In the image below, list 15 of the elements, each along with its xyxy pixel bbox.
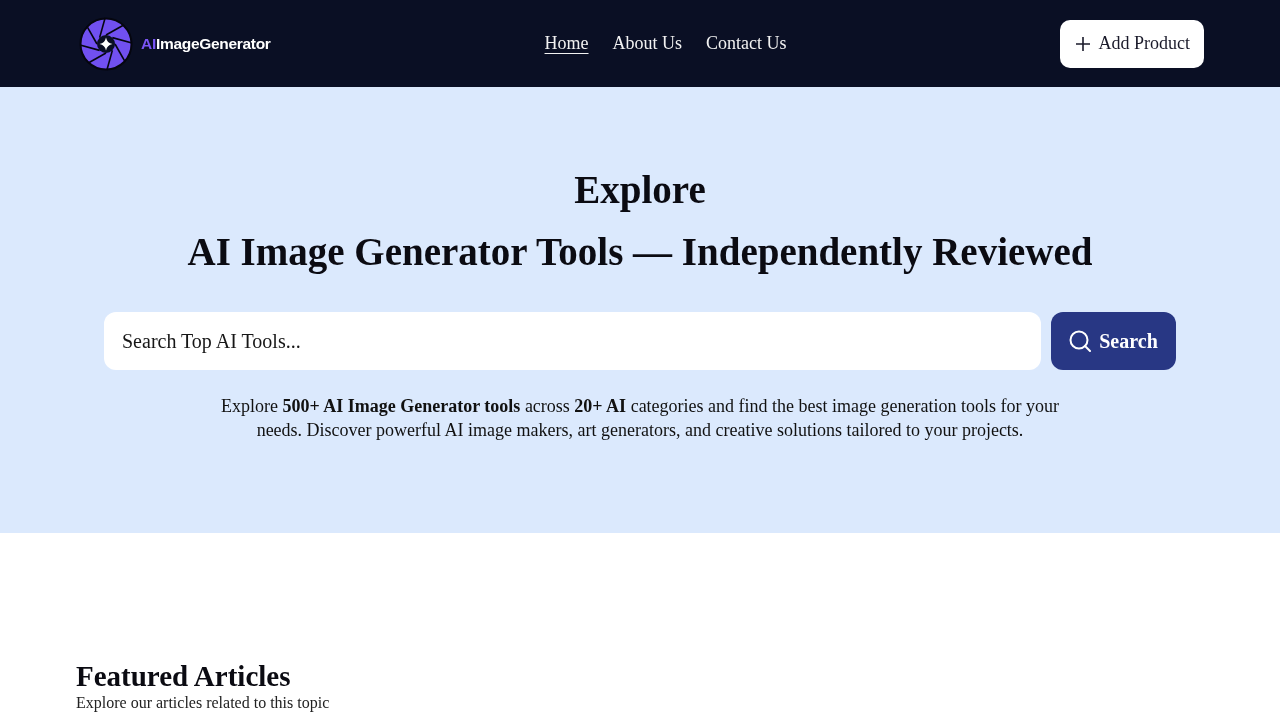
- search-field[interactable]: Search Top AI Tools...: [104, 312, 1041, 370]
- logo-text[interactable]: AIImageGenerator: [141, 34, 271, 53]
- plus-icon: [1076, 36, 1091, 51]
- hero-heading: AI Image Generator Tools — Independently Reviewed: [187, 229, 1093, 275]
- section-subtitle: Explore our articles related to this topic: [76, 693, 330, 712]
- hero-description: Explore 500+ AI Image Generator tools across 20+ AI categories and find the best image generation tools for your needs. Discover powerful AI image makers, art generators, and creative solutions tailored to your projects.: [220, 395, 1060, 442]
- aperture-icon: [79, 16, 133, 71]
- search-button[interactable]: Search: [1051, 312, 1176, 370]
- search-icon: [1069, 330, 1092, 352]
- add-product-button[interactable]: Add Product: [1060, 19, 1204, 68]
- nav-link[interactable]: About Us: [612, 32, 683, 55]
- hero-title: Explore: [574, 167, 706, 213]
- nav-link[interactable]: Contact Us: [706, 32, 787, 55]
- nav-link[interactable]: Home: [544, 32, 589, 55]
- section-title: Featured Articles: [76, 659, 291, 693]
